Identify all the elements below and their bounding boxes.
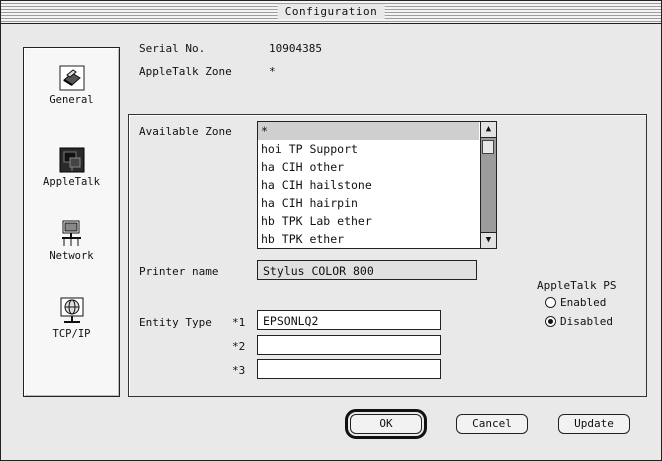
entity-row-num: *2 [232, 340, 246, 353]
printer-name-label: Printer name [139, 265, 219, 278]
scroll-up-arrow-icon[interactable]: ▲ [481, 122, 496, 138]
sidebar-item-label: General [49, 94, 94, 106]
list-item[interactable]: * [258, 122, 479, 140]
radio-enabled[interactable]: Enabled [545, 296, 606, 309]
radio-disabled[interactable]: Disabled [545, 315, 613, 328]
scroll-thumb[interactable] [482, 140, 494, 154]
entity-row-num: *1 [232, 316, 246, 329]
list-item[interactable]: hb TPK ether [258, 230, 479, 248]
network-icon [57, 220, 87, 248]
sidebar-item-label: AppleTalk [43, 176, 100, 188]
radio-selected-icon [545, 316, 556, 327]
ok-button[interactable]: OK [345, 409, 427, 439]
globe-network-icon [57, 297, 87, 326]
sidebar-item-label: TCP/IP [52, 328, 91, 340]
category-panel: General AppleTalk Network TCP/IP [23, 47, 120, 397]
configuration-window: Configuration General AppleTalk Network … [0, 0, 662, 461]
sidebar-item-appletalk[interactable]: AppleTalk [24, 146, 119, 188]
sidebar-item-network[interactable]: Network [24, 220, 119, 262]
entity-row-num: *3 [232, 364, 246, 377]
appletalk-zone-value: * [269, 65, 276, 78]
sidebar-item-tcpip[interactable]: TCP/IP [24, 297, 119, 340]
window-title: Configuration [277, 4, 385, 19]
list-item[interactable]: ha CIH hailstone [258, 176, 479, 194]
available-zone-list[interactable]: * hoi TP Support ha CIH other ha CIH hai… [257, 121, 497, 249]
list-item[interactable]: hoi TP Support [258, 140, 479, 158]
available-zone-label: Available Zone [139, 125, 232, 138]
appletalk-icon [57, 146, 87, 174]
list-scrollbar[interactable]: ▲ ▼ [480, 122, 496, 248]
list-item[interactable]: ha CIH other [258, 158, 479, 176]
serial-value: 10904385 [269, 42, 322, 55]
entity-type-field-2[interactable] [257, 335, 441, 355]
entity-type-field-1[interactable]: EPSONLQ2 [257, 310, 441, 330]
appletalk-zone-label: AppleTalk Zone [139, 65, 232, 78]
printer-icon [57, 64, 87, 92]
appletalk-ps-label: AppleTalk PS [537, 279, 617, 292]
serial-label: Serial No. [139, 42, 206, 55]
list-item[interactable]: hb TPK Lab ether [258, 212, 479, 230]
printer-name-field: Stylus COLOR 800 [257, 260, 477, 280]
radio-disabled-label: Disabled [560, 315, 613, 328]
title-bar[interactable]: Configuration [1, 1, 661, 24]
scroll-down-arrow-icon[interactable]: ▼ [481, 232, 496, 248]
entity-type-label: Entity Type [139, 316, 212, 329]
cancel-button[interactable]: Cancel [456, 414, 528, 434]
sidebar-item-general[interactable]: General [24, 64, 119, 106]
list-item[interactable]: ha CIH hairpin [258, 194, 479, 212]
sidebar-item-label: Network [49, 250, 94, 262]
radio-circle-icon [545, 297, 556, 308]
entity-type-field-3[interactable] [257, 359, 441, 379]
radio-enabled-label: Enabled [560, 296, 607, 309]
update-button[interactable]: Update [558, 414, 630, 434]
